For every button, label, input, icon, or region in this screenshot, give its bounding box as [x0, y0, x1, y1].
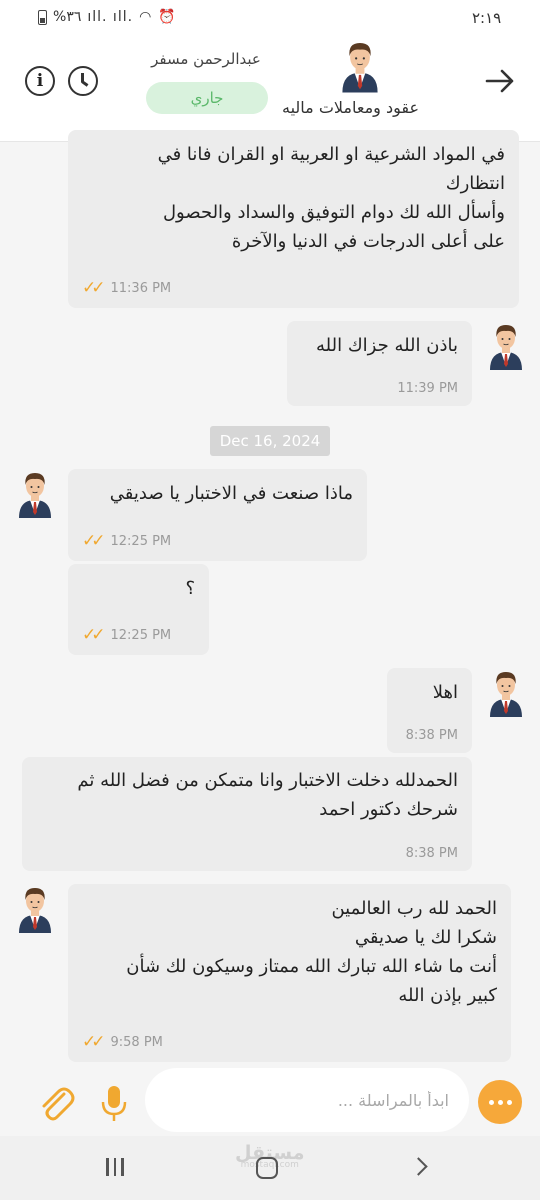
course-title: عقود ومعاملات ماليه — [282, 98, 419, 117]
teacher-name: عبدالرحمن مسفر — [151, 50, 261, 68]
message-composer — [0, 1066, 540, 1136]
message-bubble: الحمد لله رب العالمين شكرا لك يا صديقي أ… — [68, 884, 511, 1062]
message-time: 8:38 PM — [405, 846, 458, 861]
status-time: ٢:١٩ — [472, 9, 502, 27]
wifi-icon: ◠ — [139, 9, 153, 25]
message-time: 11:36 PM — [110, 280, 172, 296]
recent-apps-button[interactable] — [106, 1158, 124, 1176]
message-meta: 11:39 PM — [397, 381, 458, 396]
message-bubble: ماذا صنعت في الاختبار يا صديقي ✓✓ 12:25 … — [68, 469, 367, 561]
avatar — [19, 888, 51, 933]
message-time: 8:38 PM — [405, 728, 458, 743]
message-bubble: باذن الله جزاك الله 11:39 PM — [287, 321, 472, 406]
status-badge: جاري — [146, 82, 268, 114]
read-ticks-icon: ✓✓ — [82, 278, 105, 298]
message-time: 12:25 PM — [110, 627, 172, 643]
home-button[interactable] — [256, 1157, 278, 1179]
message-text: باذن الله جزاك الله — [316, 335, 458, 356]
avatar — [490, 672, 522, 717]
nav-back-button[interactable] — [409, 1157, 428, 1176]
message-bubble: الحمدلله دخلت الاختبار وانا متمكن من فضل… — [22, 757, 472, 871]
message-meta: ✓✓ 12:25 PM — [82, 625, 171, 645]
system-nav-bar: مستقل mostaql.com — [0, 1136, 540, 1200]
signal-icon: ıll. ıll. — [87, 9, 134, 25]
battery-icon — [38, 9, 47, 25]
mic-icon[interactable] — [100, 1084, 128, 1124]
message-text: اهلا — [432, 682, 458, 703]
message-meta: 8:38 PM — [406, 728, 458, 743]
message-text: في المواد الشرعية او العربية او القران ف… — [157, 144, 505, 252]
status-icons: %٣٦ ıll. ıll. ◠ ⏰ — [38, 9, 177, 25]
read-ticks-icon: ✓✓ — [82, 625, 105, 645]
read-ticks-icon: ✓✓ — [82, 1032, 105, 1052]
paperclip-icon[interactable] — [36, 1084, 76, 1124]
message-meta: 8:38 PM — [406, 846, 458, 861]
clock-icon[interactable] — [68, 66, 98, 96]
message-meta: ✓✓ 12:25 PM — [82, 531, 171, 551]
message-time: 9:58 PM — [110, 1034, 163, 1050]
message-bubble: ؟ ✓✓ 12:25 PM — [68, 564, 209, 655]
battery-percent: %٣٦ — [53, 9, 82, 25]
message-input[interactable] — [179, 1090, 449, 1110]
message-time: 11:39 PM — [397, 381, 458, 396]
message-text: ؟ — [185, 578, 195, 599]
status-bar: %٣٦ ıll. ıll. ◠ ⏰ ٢:١٩ — [0, 0, 540, 36]
avatar — [490, 325, 522, 370]
read-ticks-icon: ✓✓ — [82, 531, 105, 551]
date-separator: Dec 16, 2024 — [210, 426, 330, 456]
message-meta: ✓✓ 11:36 PM — [82, 278, 171, 298]
back-arrow-icon[interactable] — [483, 64, 517, 98]
message-text: الحمدلله دخلت الاختبار وانا متمكن من فضل… — [77, 770, 458, 820]
info-icon[interactable]: i — [25, 66, 55, 96]
message-bubble: في المواد الشرعية او العربية او القران ف… — [68, 130, 519, 308]
dot — [497, 1099, 503, 1105]
chat-header: i عبدالرحمن مسفر جاري عقود ومعاملات مالي… — [0, 36, 540, 142]
avatar — [19, 473, 51, 518]
dot — [506, 1099, 512, 1105]
message-time: 12:25 PM — [110, 533, 172, 549]
message-meta: ✓✓ 9:58 PM — [82, 1032, 163, 1052]
message-bubble: اهلا 8:38 PM — [387, 668, 472, 753]
alarm-icon: ⏰ — [158, 9, 177, 25]
message-text: ماذا صنعت في الاختبار يا صديقي — [109, 483, 353, 504]
more-dots-icon[interactable] — [478, 1080, 522, 1124]
message-text: الحمد لله رب العالمين شكرا لك يا صديقي أ… — [126, 898, 497, 1006]
message-input-wrapper — [145, 1068, 469, 1132]
dot — [488, 1099, 494, 1105]
avatar — [342, 43, 378, 93]
